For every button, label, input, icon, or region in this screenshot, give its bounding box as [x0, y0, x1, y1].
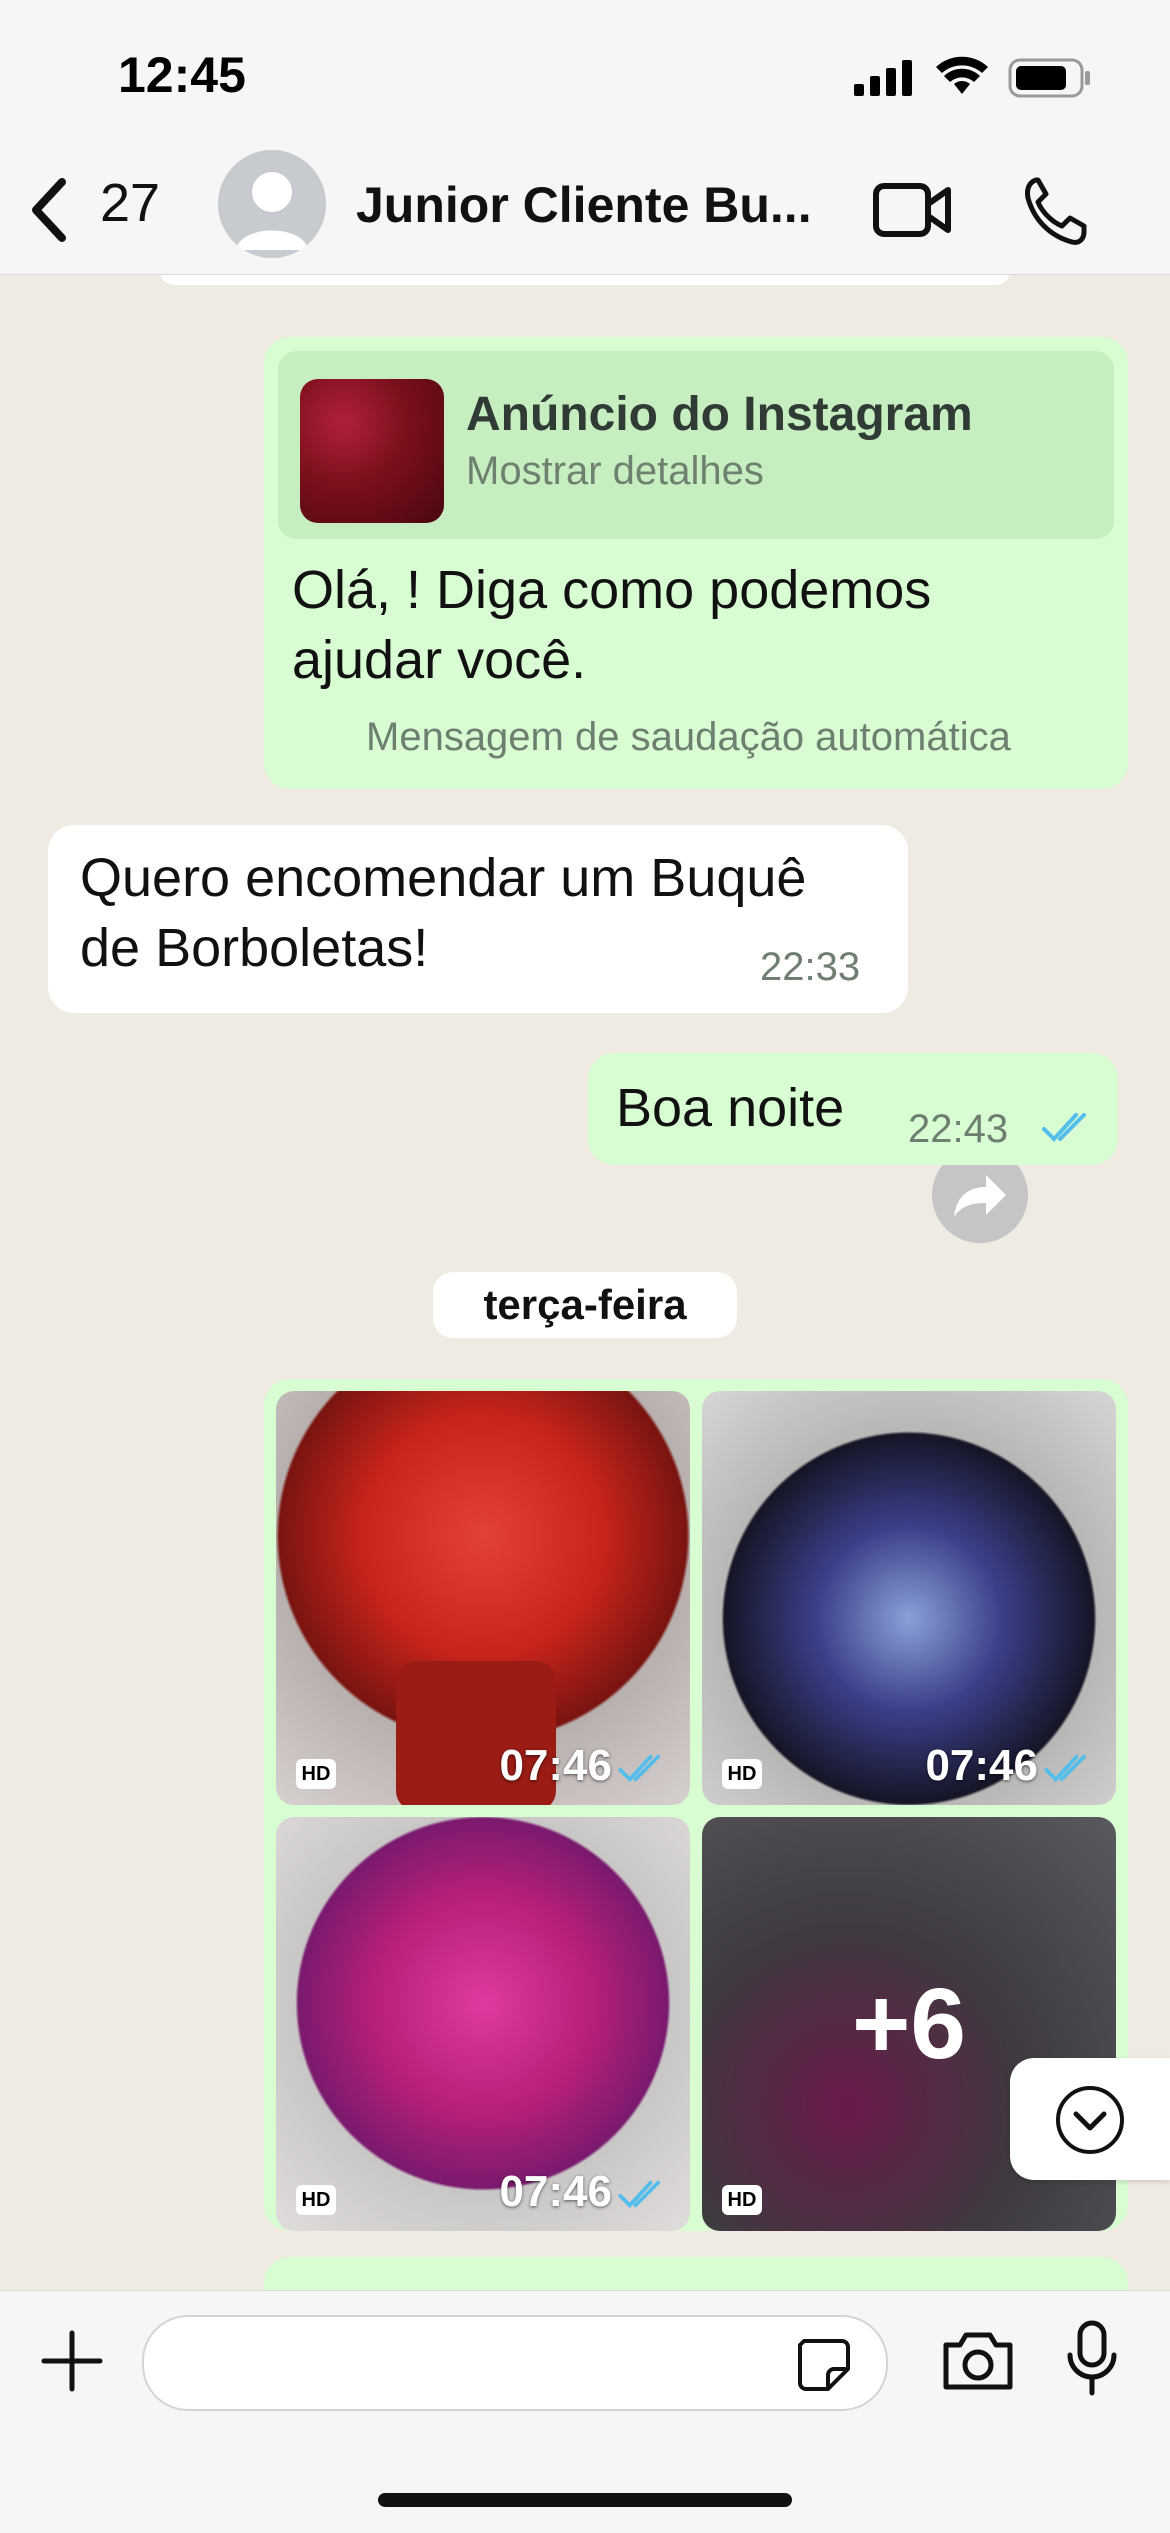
photo-pink-bouquet[interactable]: HD 07:46	[276, 1817, 690, 2231]
hd-badge: HD	[722, 1759, 762, 1789]
avatar[interactable]	[218, 150, 326, 258]
ad-title: Anúncio do Instagram	[466, 388, 973, 441]
greeting-text-line2: ajudar você.	[292, 630, 587, 690]
incoming-text-line2: de Borboletas!	[80, 918, 429, 978]
scroll-down-button[interactable]	[1010, 2058, 1170, 2180]
person-icon	[236, 172, 308, 250]
chat-header: 27 Junior Cliente Bu...	[0, 150, 1170, 275]
incoming-time: 22:33	[760, 945, 861, 989]
ad-greeting-bubble[interactable]: Anúncio do Instagram Mostrar detalhes Ol…	[264, 337, 1128, 789]
status-bar: 12:45	[0, 0, 1170, 150]
unread-count[interactable]: 27	[100, 172, 160, 234]
previous-message-edge	[160, 275, 1010, 285]
photo-time: 07:46	[499, 2167, 612, 2216]
phone-icon[interactable]	[1022, 174, 1088, 246]
ad-details-link[interactable]: Mostrar detalhes	[466, 449, 764, 494]
hd-badge: HD	[296, 1759, 336, 1789]
hd-badge: HD	[296, 2185, 336, 2215]
message-input[interactable]	[142, 2315, 888, 2411]
microphone-icon[interactable]	[1064, 2319, 1120, 2399]
scroll-down-icon	[1056, 2086, 1124, 2154]
battery-icon	[1008, 58, 1090, 98]
chat-area[interactable]: Anúncio do Instagram Mostrar detalhes Ol…	[0, 275, 1170, 2290]
message-input-bar	[0, 2290, 1170, 2533]
home-indicator	[378, 2493, 792, 2507]
photo-dark-bouquet[interactable]: HD 07:46	[702, 1391, 1116, 1805]
greeting-footer: Mensagem de saudação automática	[366, 715, 1011, 759]
incoming-text-line1: Quero encomendar um Buquê	[80, 848, 807, 908]
chevron-left-icon[interactable]	[24, 174, 72, 246]
outgoing-time: 22:43	[908, 1107, 1009, 1151]
outgoing-message[interactable]: Boa noite 22:43	[588, 1053, 1118, 1165]
camera-icon[interactable]	[940, 2327, 1016, 2393]
plus-icon[interactable]	[40, 2329, 104, 2393]
wifi-icon	[936, 56, 988, 94]
video-call-icon[interactable]	[872, 180, 954, 240]
read-ticks-icon	[1042, 1113, 1086, 1142]
photo-time: 07:46	[925, 1741, 1038, 1790]
incoming-message[interactable]: Quero encomendar um Buquê de Borboletas!…	[48, 825, 908, 1013]
read-ticks-icon	[618, 1754, 660, 1783]
contact-name[interactable]: Junior Cliente Bu...	[356, 176, 812, 234]
photo-album-bubble[interactable]: HD 07:46 HD 07:46 HD 07:46 +6 HD	[264, 1379, 1128, 2231]
greeting-text-line1: Olá, ! Diga como podemos	[292, 560, 932, 620]
signal-icon	[854, 60, 912, 96]
hd-badge: HD	[722, 2185, 762, 2215]
photo-red-bouquet[interactable]: HD 07:46	[276, 1391, 690, 1805]
ad-thumbnail	[300, 379, 444, 523]
photo-time: 07:46	[499, 1741, 612, 1790]
status-time: 12:45	[118, 47, 246, 103]
next-message-edge	[264, 2257, 1128, 2290]
outgoing-text: Boa noite	[616, 1078, 845, 1138]
date-separator: terça-feira	[433, 1272, 737, 1338]
read-ticks-icon	[618, 2180, 660, 2209]
instagram-ad-card[interactable]: Anúncio do Instagram Mostrar detalhes	[278, 351, 1114, 539]
read-ticks-icon	[1044, 1754, 1087, 1783]
sticker-icon[interactable]	[794, 2335, 852, 2393]
